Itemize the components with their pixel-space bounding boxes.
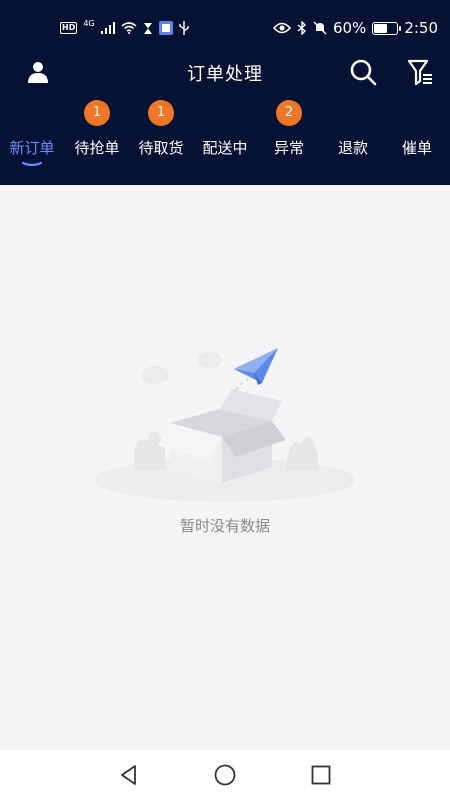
search-icon[interactable]	[349, 58, 377, 86]
mute-icon	[313, 21, 327, 35]
bluetooth-icon	[297, 21, 306, 35]
tab-label: 待抢单	[74, 139, 120, 157]
tab-refund[interactable]: 退款	[321, 98, 385, 173]
tab-pending-pickup[interactable]: 1 待取货	[129, 98, 193, 173]
tab-reminder[interactable]: 催单	[385, 98, 449, 173]
status-bar: HD 4G 60% 2:50	[0, 0, 450, 56]
tab-badge: 1	[148, 100, 174, 126]
signal-icon	[100, 22, 115, 34]
tab-label: 退款	[337, 139, 368, 157]
system-nav-bar	[0, 750, 450, 800]
tab-label: 待取货	[138, 139, 184, 157]
page-title: 订单处理	[187, 64, 263, 85]
tab-delivering[interactable]: 配送中	[193, 98, 257, 173]
recents-icon[interactable]	[309, 763, 333, 787]
tab-label: 配送中	[202, 139, 248, 157]
order-status-tabs: 新订单 1 待抢单 1 待取货 配送中 2 异常 退款 催单	[0, 98, 450, 178]
tab-pending-grab[interactable]: 1 待抢单	[65, 98, 129, 173]
battery-icon	[372, 21, 402, 35]
status-left: HD 4G	[60, 18, 189, 38]
filter-icon[interactable]	[406, 58, 434, 86]
tab-new-orders[interactable]: 新订单	[0, 98, 64, 173]
empty-message: 暂时没有数据	[179, 517, 270, 535]
home-icon[interactable]	[213, 763, 237, 787]
title-bar: 订单处理	[0, 56, 450, 92]
wifi-icon	[121, 22, 137, 34]
active-tab-indicator	[22, 162, 42, 166]
battery-percent: 60%	[332, 19, 367, 37]
back-icon[interactable]	[117, 763, 141, 787]
empty-box-illustration	[95, 348, 355, 502]
empty-state: 暂时没有数据	[0, 185, 450, 750]
clock: 2:50	[404, 19, 438, 37]
tab-exception[interactable]: 2 异常	[257, 98, 321, 173]
app-notification-icon	[158, 21, 173, 35]
tab-badge: 1	[84, 100, 110, 126]
battery-level-fill	[374, 23, 388, 33]
network-type: 4G	[83, 18, 95, 28]
hourglass-icon	[143, 22, 152, 34]
eye-icon	[272, 22, 291, 34]
usb-icon	[178, 21, 189, 35]
status-right: 60% 2:50	[272, 16, 438, 40]
tab-label: 催单	[401, 139, 432, 157]
app-header: HD 4G 60% 2:50 订单处理 新订单 1 待抢单 1 待取货 配送中 …	[0, 0, 450, 185]
tab-badge: 2	[276, 100, 302, 126]
tab-label: 异常	[273, 139, 304, 157]
hd-badge: HD	[60, 22, 78, 34]
tab-label: 新订单	[9, 139, 55, 157]
